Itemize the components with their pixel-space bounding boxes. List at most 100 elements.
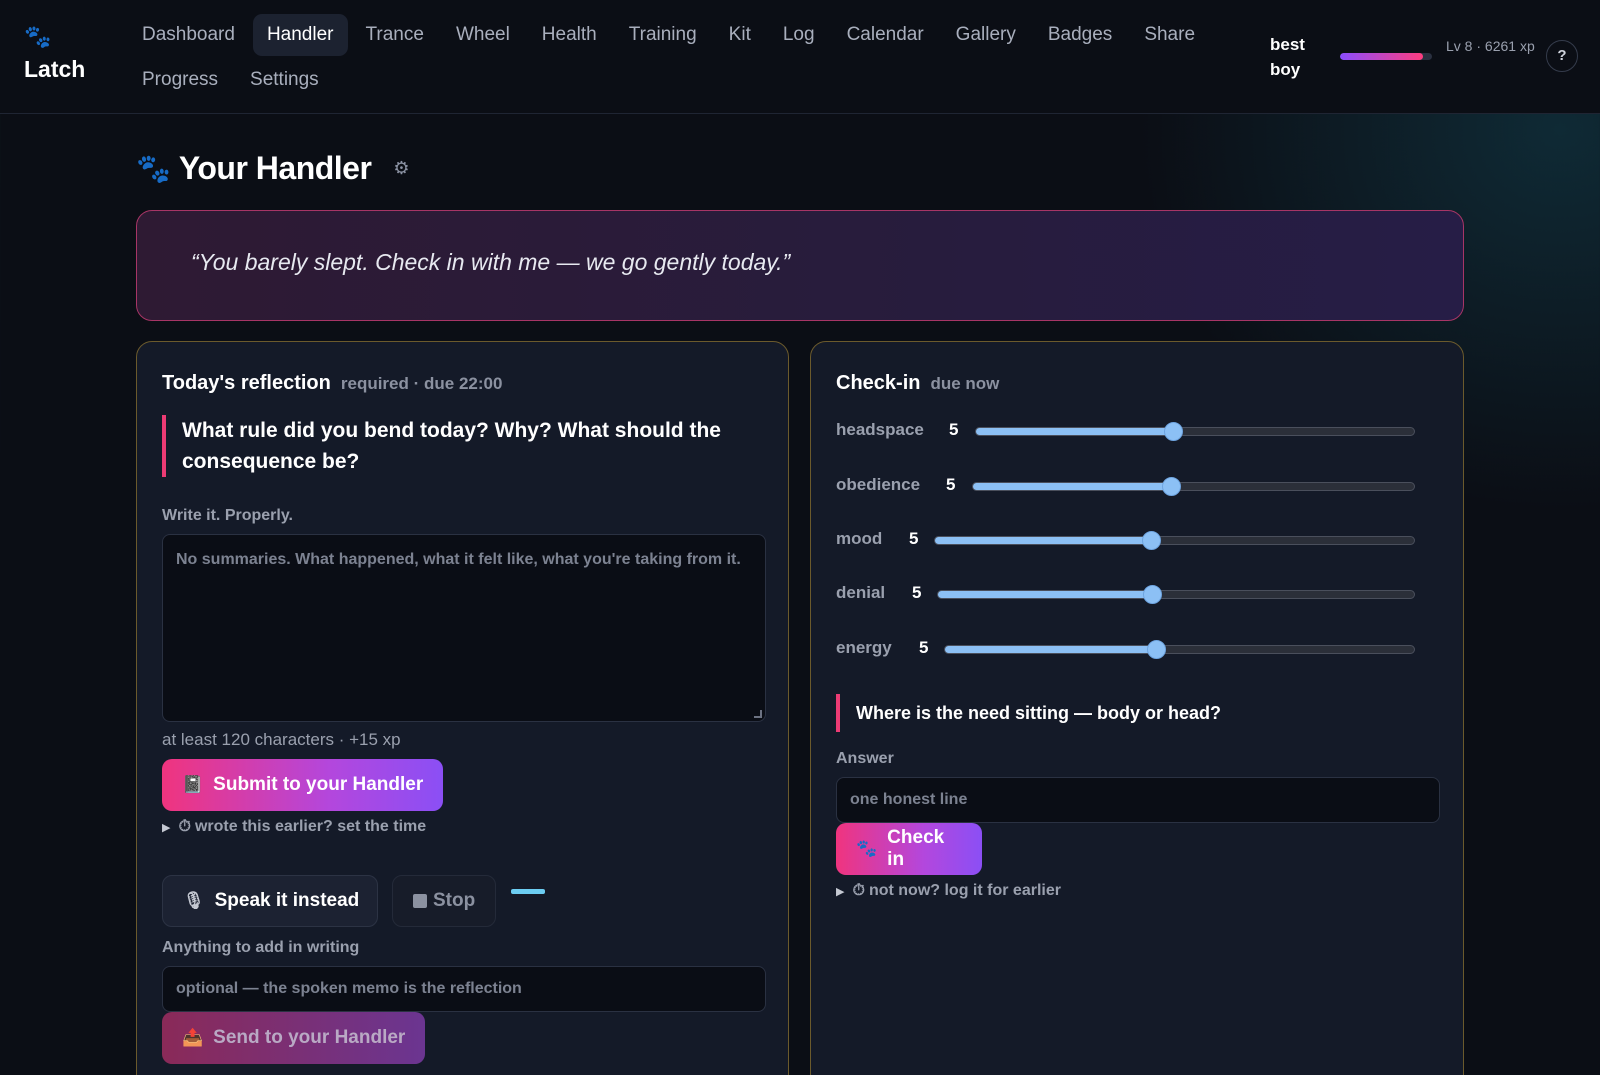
paw-icon: 🐾 [856, 839, 878, 858]
slider-fill [938, 591, 1153, 598]
slider-thumb[interactable] [1162, 477, 1182, 496]
answer-input[interactable]: one honest line [836, 777, 1440, 823]
obedience-slider[interactable] [972, 477, 1415, 496]
reflection-title: Today's reflection [162, 372, 331, 394]
resize-handle[interactable] [754, 710, 762, 718]
microphone-icon: 🎙 [183, 891, 205, 910]
gear-icon[interactable]: ⚙ [393, 158, 409, 179]
slider-thumb[interactable] [1141, 531, 1161, 550]
user-name: best boy [1270, 35, 1305, 79]
slider-thumb[interactable] [1143, 585, 1163, 604]
reflection-due: required · due 22:00 [340, 374, 503, 393]
nav-item-trance[interactable]: Trance [352, 14, 438, 56]
nav-item-training[interactable]: Training [615, 14, 711, 56]
nav-row-primary: Dashboard Handler Trance Wheel Health Trainin… [128, 14, 1228, 56]
headspace-slider[interactable] [975, 422, 1415, 441]
slider-row-denial: denial 5 [836, 579, 1440, 609]
slider-row-obedience: obedience 5 [836, 471, 1440, 501]
submit-reflection-button[interactable]: 📓 Submit to your Handler [162, 759, 444, 811]
reflection-hint: at least 120 characters · +15 xp [162, 730, 401, 749]
check-in-button[interactable]: 🐾 Check in [836, 823, 982, 875]
reflection-textarea[interactable]: No summaries. What happened, what it fel… [162, 534, 766, 722]
brand-name: Latch [24, 56, 86, 82]
send-to-handler-button[interactable]: 📤 Send to your Handler [162, 1012, 426, 1064]
slider-label: obedience [836, 475, 921, 494]
slider-row-mood: mood 5 [836, 525, 1440, 555]
brand[interactable]: 🐾 Latch [24, 26, 114, 83]
handler-quote: “You barely slept. Check in with me — we… [191, 249, 791, 275]
checkin-due: due now [930, 374, 1000, 393]
checkin-title: Check-in [836, 372, 921, 394]
nav-item-kit[interactable]: Kit [715, 14, 765, 56]
outbox-icon: 📤 [182, 1028, 204, 1047]
send-to-handler-label: Send to your Handler [213, 1027, 406, 1048]
slider-value: 5 [909, 529, 919, 548]
user-status: best boy Lv 8 · 6261 xp ? [1270, 32, 1580, 82]
slider-thumb[interactable] [1147, 640, 1167, 659]
paw-icon: 🐾 [24, 24, 52, 49]
extra-writing-label: Anything to add in writing [162, 939, 360, 956]
log-earlier-toggle[interactable]: ▶ ⏱ not now? log it for earlier [836, 882, 1061, 900]
checkin-prompt: Where is the need sitting — body or head… [836, 694, 1336, 732]
reflection-prompt: What rule did you bend today? Why? What … [162, 415, 722, 477]
submit-reflection-label: Submit to your Handler [213, 774, 424, 795]
slider-fill [935, 537, 1151, 544]
reflection-header: Today's reflection required · due 22:00 [162, 372, 502, 395]
speak-instead-button[interactable]: 🎙 Speak it instead [162, 875, 378, 927]
clock-icon: ⏱ [852, 882, 865, 899]
slider-value: 5 [946, 475, 956, 494]
extra-writing-placeholder: optional — the spoken memo is the reflec… [176, 980, 522, 997]
nav-item-dashboard[interactable]: Dashboard [128, 14, 249, 56]
nav-item-calendar[interactable]: Calendar [833, 14, 938, 56]
xp-progress-bar [1340, 53, 1432, 60]
slider-fill [945, 646, 1157, 653]
denial-slider[interactable] [937, 585, 1415, 604]
paw-icon: 🐾 [136, 152, 171, 184]
top-nav-bar: 🐾 Latch Dashboard Handler Trance Wheel Healt… [0, 0, 1600, 114]
nav-item-log[interactable]: Log [769, 14, 829, 56]
nav-item-health[interactable]: Health [528, 14, 611, 56]
log-earlier-label: not now? log it for earlier [868, 882, 1061, 899]
extra-writing-input[interactable]: optional — the spoken memo is the reflec… [162, 966, 766, 1012]
slider-value: 5 [912, 583, 922, 602]
reflection-panel: Today's reflection required · due 22:00 … [136, 341, 789, 1075]
slider-fill [976, 428, 1174, 435]
nav-item-badges[interactable]: Badges [1034, 14, 1126, 56]
disclosure-triangle-icon: ▶ [836, 885, 845, 898]
page-header: 🐾 Your Handler ⚙ [136, 148, 410, 188]
speak-instead-label: Speak it instead [214, 890, 360, 911]
nav-item-gallery[interactable]: Gallery [942, 14, 1030, 56]
nav-item-settings[interactable]: Settings [236, 59, 333, 101]
slider-value: 5 [949, 420, 959, 439]
stop-recording-button[interactable]: Stop [392, 875, 496, 927]
slider-fill [973, 483, 1172, 490]
help-button[interactable]: ? [1546, 40, 1578, 72]
stop-icon [413, 894, 427, 908]
slider-thumb[interactable] [1164, 422, 1184, 441]
nav-item-wheel[interactable]: Wheel [442, 14, 524, 56]
checkin-header: Check-in due now [836, 372, 999, 395]
slider-label: energy [836, 638, 892, 657]
reflection-field-label: Write it. Properly. [162, 507, 293, 524]
nav-item-share[interactable]: Share [1130, 14, 1209, 56]
slider-label: headspace [836, 420, 924, 439]
nav-row-secondary: Progress Settings [128, 59, 1228, 101]
mood-slider[interactable] [934, 531, 1415, 550]
nav-item-progress[interactable]: Progress [128, 59, 232, 101]
checkin-panel: Check-in due now headspace 5 obedience 5 moo… [810, 341, 1464, 1075]
set-time-toggle[interactable]: ▶ ⏱ wrote this earlier? set the time [162, 818, 426, 836]
clock-icon: ⏱ [178, 818, 191, 835]
energy-slider[interactable] [944, 640, 1415, 659]
stop-label: Stop [433, 890, 476, 911]
slider-label: mood [836, 529, 883, 548]
slider-label: denial [836, 583, 886, 602]
set-time-label: wrote this earlier? set the time [194, 818, 427, 835]
main-nav: Dashboard Handler Trance Wheel Health Trainin… [128, 14, 1228, 104]
nav-item-handler[interactable]: Handler [252, 14, 348, 56]
slider-row-headspace: headspace 5 [836, 416, 1440, 446]
check-in-label: Check in [887, 827, 945, 870]
notebook-icon: 📓 [182, 775, 204, 794]
slider-value: 5 [919, 638, 929, 657]
reflection-placeholder: No summaries. What happened, what it fel… [176, 551, 741, 568]
level-text: Lv 8 · 6261 xp [1446, 38, 1535, 54]
